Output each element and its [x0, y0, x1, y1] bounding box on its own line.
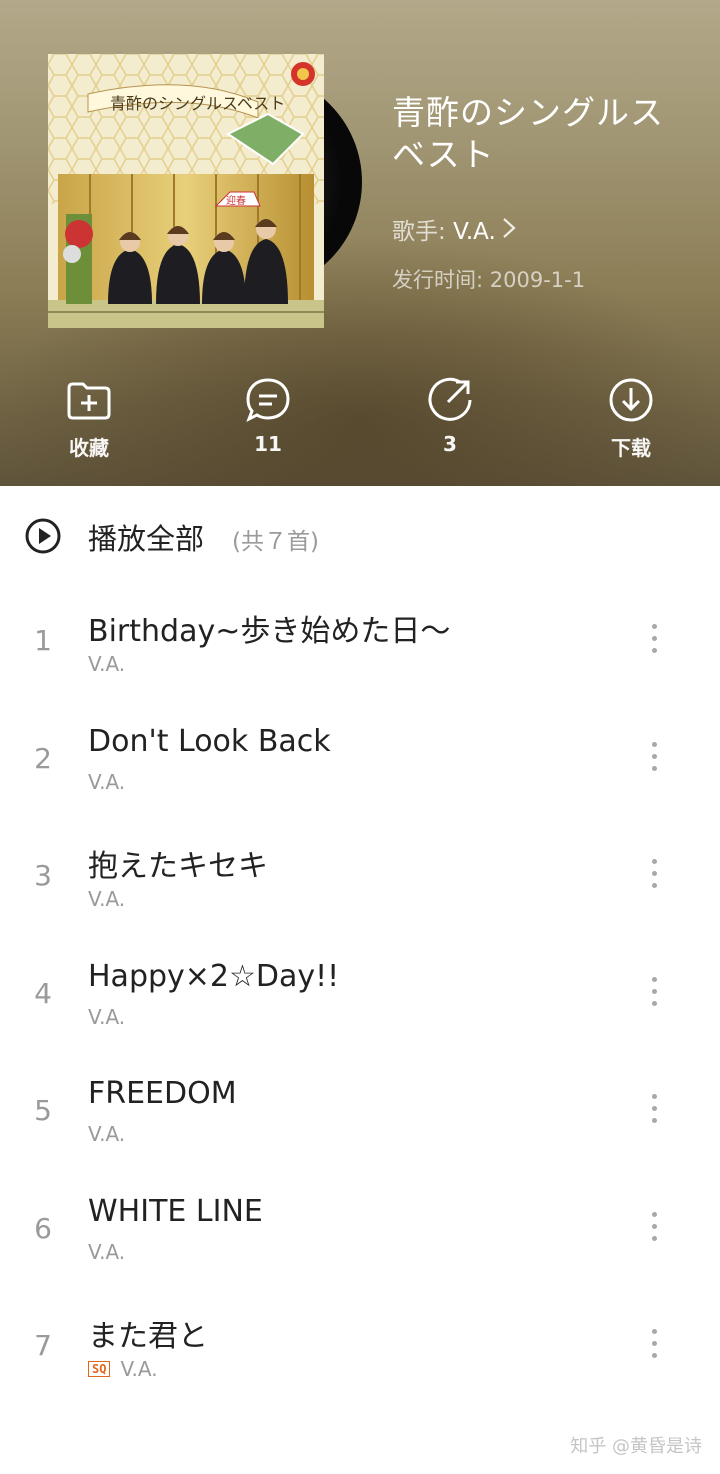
track-title: FREEDOM — [88, 1076, 237, 1111]
more-dot — [651, 648, 657, 653]
play-all-row[interactable]: 播放全部 (共７首) — [0, 486, 720, 586]
more-options-icon[interactable] — [642, 859, 666, 895]
comment-icon — [246, 378, 290, 423]
more-dot — [651, 988, 657, 994]
track-artist-line: V.A. — [88, 652, 125, 676]
album-cover[interactable]: 青酢のシングルスベスト 迎春 — [48, 54, 324, 328]
track-row[interactable]: 6 WHITE LINE V.A. — [0, 1172, 720, 1289]
artist-link[interactable]: 歌手: V.A. — [392, 212, 516, 246]
collect-label: 收藏 — [69, 436, 109, 460]
download-button[interactable]: 下载 — [571, 376, 691, 461]
track-row[interactable]: 3 抱えたキセキ V.A. — [0, 819, 720, 936]
track-artist: V.A. — [88, 1239, 126, 1264]
track-artist-line: SQ V.A. — [88, 1357, 158, 1381]
download-icon — [609, 378, 653, 422]
album-cover-art: 青酢のシングルスベスト 迎春 — [48, 54, 324, 328]
comment-count: 11 — [254, 432, 282, 456]
track-row[interactable]: 7 また君と SQ V.A. — [0, 1289, 720, 1406]
play-all-label: 播放全部 — [88, 522, 205, 556]
more-options-icon[interactable] — [642, 741, 666, 778]
download-label: 下载 — [611, 436, 651, 460]
more-dot — [651, 1000, 657, 1006]
more-dot — [651, 976, 657, 982]
more-dot — [651, 1353, 657, 1358]
more-dot — [651, 765, 657, 771]
artist-name: V.A. — [453, 219, 496, 245]
share-count: 3 — [443, 432, 457, 456]
track-number: 6 — [34, 1211, 52, 1245]
track-artist: V.A. — [88, 769, 126, 794]
release-date-line: 发行时间: 2009-1-1 — [392, 264, 585, 294]
track-number: 4 — [34, 976, 52, 1010]
more-dot — [651, 1223, 657, 1229]
track-artist-line: V.A. — [88, 1005, 125, 1029]
track-artist-line: V.A. — [88, 1240, 125, 1264]
track-artist: V.A. — [88, 887, 126, 911]
more-dot — [651, 1211, 657, 1217]
more-options-icon[interactable] — [642, 1211, 666, 1248]
more-dot — [651, 1118, 657, 1123]
track-row[interactable]: 4 Happy×2☆Day!! V.A. — [0, 937, 720, 1054]
track-title: Happy×2☆Day!! — [88, 958, 340, 994]
more-dot — [651, 1235, 657, 1241]
track-artist: V.A. — [88, 1004, 126, 1029]
more-dot — [651, 859, 657, 864]
track-artist: V.A. — [88, 1122, 126, 1146]
track-number: 5 — [34, 1094, 52, 1127]
more-dot — [651, 1341, 657, 1346]
more-dot — [651, 1094, 657, 1099]
track-title: WHITE LINE — [88, 1193, 263, 1229]
more-options-icon[interactable] — [642, 1094, 666, 1130]
more-dot — [651, 741, 657, 747]
more-dot — [651, 624, 657, 629]
watermark: 知乎 @黄昏是诗 — [570, 1436, 702, 1457]
chevron-right-icon — [502, 217, 516, 245]
more-dot — [651, 636, 657, 641]
sq-quality-badge: SQ — [88, 1361, 111, 1377]
more-options-icon[interactable] — [642, 976, 666, 1013]
track-number: 7 — [34, 1329, 52, 1362]
album-actions-bar: 收藏 11 3 下载 — [0, 376, 720, 466]
add-folder-icon — [67, 382, 111, 420]
track-count: (共７首) — [232, 529, 319, 555]
album-header: 青酢のシングルスベスト 迎春 青酢のシングルスベスト 歌手: V.A. 发行时间… — [0, 0, 720, 486]
track-title: Birthday~歩き始めた日～ — [88, 614, 451, 649]
track-number: 2 — [34, 741, 52, 775]
track-number: 1 — [34, 624, 52, 657]
release-prefix: 发行时间: — [392, 268, 490, 292]
cover-title-text: 青酢のシングルスベスト — [110, 94, 285, 113]
album-title: 青酢のシングルスベスト — [392, 93, 664, 174]
track-row[interactable]: 5 FREEDOM V.A. — [0, 1054, 720, 1171]
release-date: 2009-1-1 — [489, 268, 586, 292]
collect-button[interactable]: 收藏 — [29, 376, 149, 461]
track-artist-line: V.A. — [88, 770, 125, 794]
track-number: 3 — [34, 859, 52, 892]
more-dot — [651, 883, 657, 888]
artist-prefix: 歌手: — [392, 219, 454, 245]
play-circle-icon — [25, 518, 61, 554]
more-options-icon[interactable] — [642, 624, 666, 660]
track-artist: V.A. — [88, 652, 126, 676]
track-artist-line: V.A. — [88, 1122, 125, 1146]
track-row[interactable]: 2 Don't Look Back V.A. — [0, 702, 720, 819]
more-dot — [651, 1329, 657, 1334]
share-button[interactable]: 3 — [390, 376, 510, 456]
track-artist-line: V.A. — [88, 887, 125, 911]
share-icon — [428, 377, 472, 421]
track-title: Don't Look Back — [88, 723, 331, 759]
more-dot — [651, 871, 657, 876]
track-title: 抱えたキセキ — [88, 849, 268, 884]
more-dot — [651, 753, 657, 759]
comment-button[interactable]: 11 — [208, 376, 328, 456]
track-row[interactable]: 1 Birthday~歩き始めた日～ V.A. — [0, 584, 720, 701]
cover-fan-text: 迎春 — [226, 195, 246, 207]
more-options-icon[interactable] — [642, 1329, 666, 1365]
more-dot — [651, 1106, 657, 1111]
track-artist: V.A. — [120, 1357, 158, 1381]
track-title: また君と — [88, 1319, 208, 1354]
